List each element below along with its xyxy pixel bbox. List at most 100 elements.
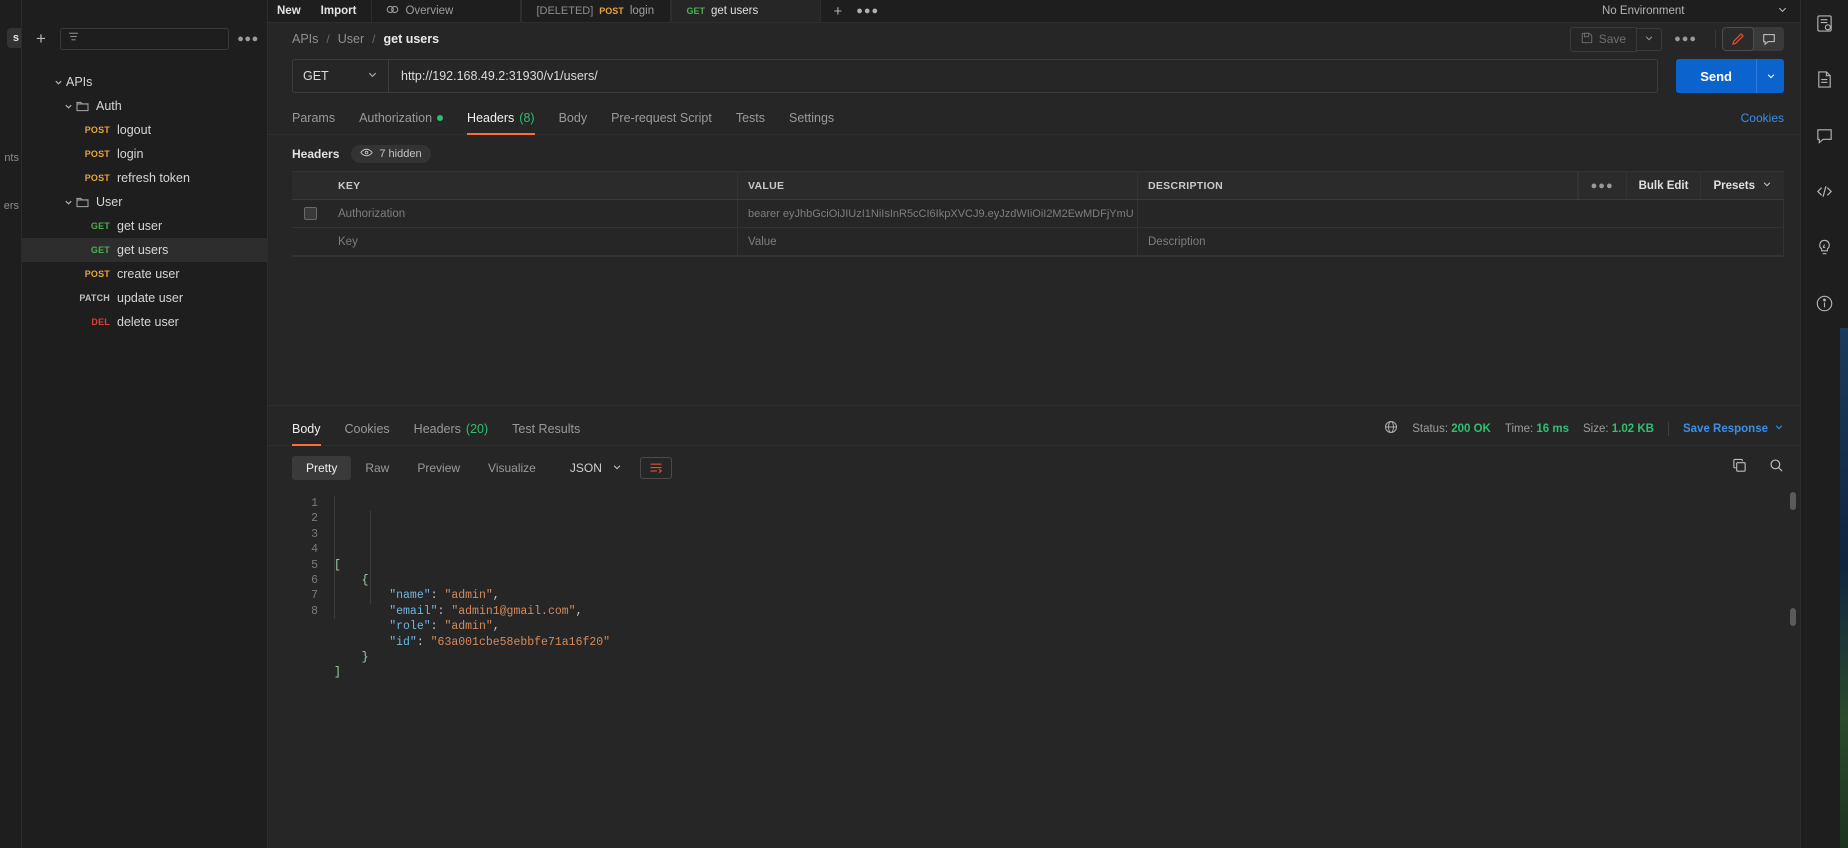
request-tab-settings[interactable]: Settings	[777, 105, 846, 134]
environment-selector[interactable]: No Environment	[1590, 0, 1800, 22]
scrollbar-thumb-bottom[interactable]	[1790, 608, 1796, 626]
send-button[interactable]: Send	[1676, 59, 1756, 93]
method-selector[interactable]: GET	[292, 59, 388, 93]
format-visualize[interactable]: Visualize	[474, 456, 550, 480]
request-pane-filler	[268, 257, 1800, 405]
tree-request-get-user[interactable]: GET get user	[22, 214, 267, 238]
scrollbar-thumb-top[interactable]	[1790, 492, 1796, 510]
response-tab-headers[interactable]: Headers (20)	[402, 416, 500, 445]
response-tab-test-results[interactable]: Test Results	[500, 416, 592, 445]
tree-item-label: refresh token	[117, 171, 190, 185]
comment-icon[interactable]	[1754, 27, 1784, 51]
view-toggle-group	[1722, 27, 1784, 51]
cookies-link[interactable]: Cookies	[1741, 111, 1784, 134]
language-selector[interactable]: JSON	[560, 456, 632, 480]
plus-icon[interactable]: +	[833, 3, 842, 20]
tree-item-apis[interactable]: APIs	[22, 70, 267, 94]
response-body-code[interactable]: 1 2 3 4 5 6 7 8 [ { "name": "admin", "em…	[268, 488, 1800, 848]
request-tab-body[interactable]: Body	[547, 105, 600, 134]
tab-overview[interactable]: Overview	[371, 0, 522, 22]
line-number: 5	[311, 558, 318, 572]
row-checkbox[interactable]	[303, 207, 317, 220]
chevron-down-icon	[1762, 179, 1772, 192]
request-tab-params[interactable]: Params	[292, 105, 347, 134]
tree-item-label: update user	[117, 291, 184, 305]
breadcrumb-user[interactable]: User	[338, 32, 364, 46]
environment-quick-look-icon[interactable]	[1810, 8, 1840, 38]
documentation-icon[interactable]	[1810, 64, 1840, 94]
tab-label: get users	[710, 4, 759, 17]
time-label: Time:	[1504, 422, 1534, 435]
more-options-icon[interactable]: ●●●	[1662, 33, 1709, 45]
code-snippet-icon[interactable]	[1810, 176, 1840, 206]
more-options-icon[interactable]: ●●●	[237, 33, 259, 45]
header-description[interactable]	[1138, 200, 1784, 227]
plus-icon[interactable]: +	[30, 28, 52, 50]
line-number: 6	[311, 574, 318, 588]
mock-lightbulb-icon[interactable]	[1810, 232, 1840, 262]
table-row[interactable]: Authorization bearer eyJhbGciOiJIUzI1NiI…	[292, 200, 1784, 228]
header-description-placeholder[interactable]: Description	[1138, 228, 1784, 255]
new-button[interactable]: New	[268, 2, 310, 20]
breadcrumb-apis[interactable]: APIs	[292, 32, 318, 46]
header-key[interactable]: Authorization	[328, 200, 738, 227]
tab-get-users[interactable]: GET get users	[671, 0, 822, 22]
send-options-caret[interactable]	[1756, 59, 1784, 93]
table-row[interactable]: Key Value Description	[292, 228, 1784, 256]
response-tab-cookies[interactable]: Cookies	[333, 416, 402, 445]
header-value[interactable]: bearer eyJhbGciOiJIUzI1NiIsInR5cCI6IkpXV…	[738, 200, 1138, 227]
info-icon[interactable]	[1810, 288, 1840, 318]
tree-item-label: login	[117, 147, 144, 161]
tree-item-label: get user	[117, 219, 163, 233]
tree-request-update-user[interactable]: PATCH update user	[22, 286, 267, 310]
globe-icon	[1384, 420, 1398, 437]
format-preview[interactable]: Preview	[403, 456, 474, 480]
pencil-icon[interactable]	[1722, 27, 1754, 51]
copy-icon[interactable]	[1732, 458, 1747, 478]
save-options-caret[interactable]	[1637, 27, 1663, 51]
rail-item-collections[interactable]: s	[6, 28, 21, 48]
response-tab-body[interactable]: Body	[292, 416, 333, 446]
request-tab-tests[interactable]: Tests	[724, 105, 777, 134]
save-response-button[interactable]: Save Response	[1683, 422, 1784, 435]
more-options-icon[interactable]: ●●●	[1577, 172, 1626, 199]
tree-folder-auth[interactable]: Auth	[22, 94, 267, 118]
tree-request-get-users[interactable]: GET get users	[22, 238, 267, 262]
tree-request-logout[interactable]: POST logout	[22, 118, 267, 142]
tree-request-create-user[interactable]: POST create user	[22, 262, 267, 286]
tab-bar-controls: + ●●●	[821, 0, 891, 22]
chevron-down-icon[interactable]	[60, 102, 76, 111]
tree-item-label: create user	[117, 267, 180, 281]
hidden-headers-toggle[interactable]: 7 hidden	[351, 145, 431, 163]
header-value-placeholder[interactable]: Value	[738, 228, 1138, 255]
chevron-down-icon[interactable]	[50, 78, 66, 87]
request-tab-headers[interactable]: Headers (8)	[455, 105, 547, 135]
sidebar-filter-input[interactable]	[60, 28, 229, 50]
request-tab-pre-request-script[interactable]: Pre-request Script	[599, 105, 724, 134]
format-pretty[interactable]: Pretty	[292, 456, 352, 480]
url-input[interactable]: http://192.168.49.2:31930/v1/users/	[388, 59, 1659, 93]
tree-request-login[interactable]: POST login	[22, 142, 267, 166]
tree-request-delete-user[interactable]: DEL delete user	[22, 310, 267, 334]
more-options-icon[interactable]: ●●●	[856, 5, 879, 17]
tree-folder-user[interactable]: User	[22, 190, 267, 214]
save-button[interactable]: Save	[1569, 26, 1638, 52]
wrap-lines-icon[interactable]	[639, 457, 672, 479]
presets-button[interactable]: Presets	[1700, 172, 1784, 199]
import-button[interactable]: Import	[312, 2, 366, 20]
rail-item-environments[interactable]: nts	[0, 148, 21, 168]
status-label: Status:	[1412, 422, 1449, 435]
rail-item-mock-servers[interactable]: ers	[0, 196, 21, 216]
bulk-edit-button[interactable]: Bulk Edit	[1625, 172, 1701, 199]
format-raw[interactable]: Raw	[351, 456, 403, 480]
tab-login-deleted[interactable]: [DELETED] POST login	[521, 0, 672, 22]
chevron-down-icon[interactable]	[60, 198, 76, 207]
search-icon[interactable]	[1769, 458, 1784, 478]
json-body[interactable]: [ { "name": "admin", "email": "admin1@gm…	[318, 488, 1800, 848]
headers-table-header: KEY VALUE DESCRIPTION ●●● Bulk Edit Pres…	[292, 172, 1784, 200]
tree-request-refresh-token[interactable]: POST refresh token	[22, 166, 267, 190]
hidden-headers-label: 7 hidden	[379, 148, 422, 160]
request-tab-authorization[interactable]: Authorization	[347, 105, 455, 134]
comments-icon[interactable]	[1810, 120, 1840, 150]
header-key-placeholder[interactable]: Key	[328, 228, 738, 255]
